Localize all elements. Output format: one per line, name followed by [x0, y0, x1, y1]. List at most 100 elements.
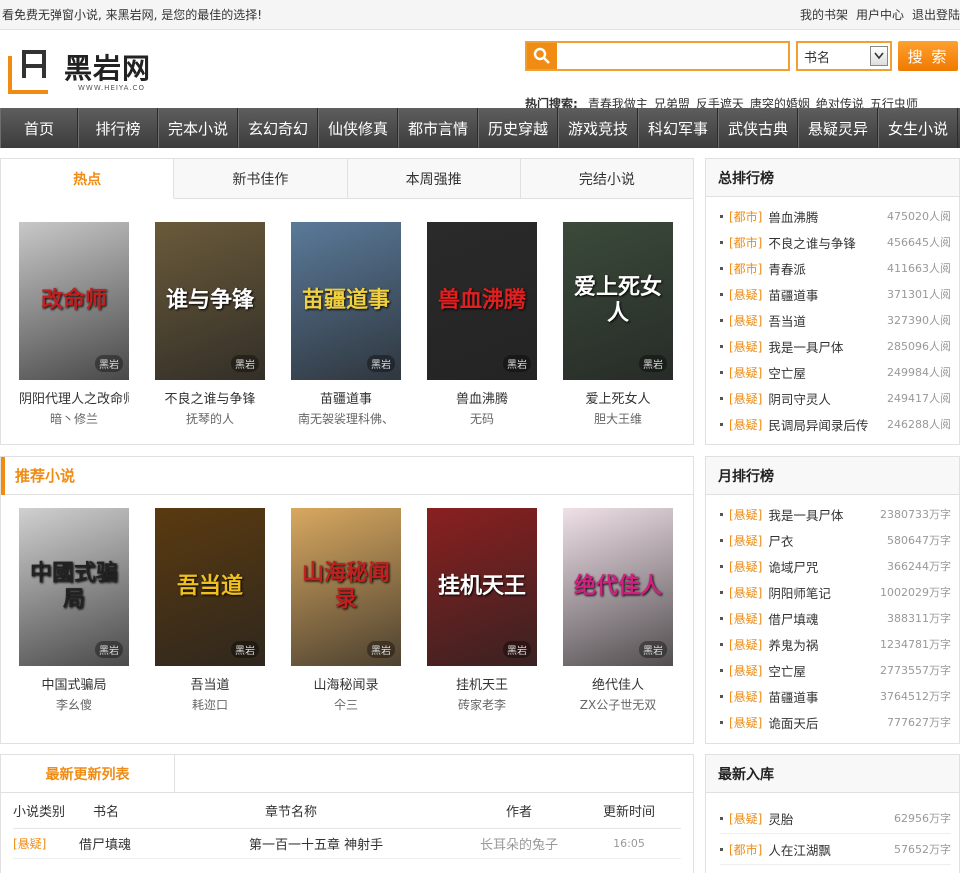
book-cover[interactable]: 中國式骗局 黑岩: [19, 508, 129, 666]
item-name[interactable]: 不良之谁与争锋: [768, 233, 887, 252]
tab-new-books[interactable]: 新书佳作: [174, 159, 348, 198]
book-title[interactable]: 挂机天王: [427, 674, 537, 693]
item-category[interactable]: [悬疑]: [729, 390, 762, 407]
item-category[interactable]: [都市]: [729, 208, 762, 225]
book-card[interactable]: 中國式骗局 黑岩中国式骗局李幺傻: [19, 508, 129, 713]
item-name[interactable]: 兽血沸腾: [768, 207, 887, 226]
book-cover[interactable]: 苗疆道事 黑岩: [291, 222, 401, 380]
book-title[interactable]: 山海秘闻录: [291, 674, 401, 693]
logout-link[interactable]: 退出登陆: [912, 6, 960, 23]
item-name[interactable]: 空亡屋: [768, 363, 887, 382]
item-name[interactable]: 我是一具尸体: [768, 337, 887, 356]
item-category[interactable]: [悬疑]: [729, 286, 762, 303]
book-card[interactable]: 挂机天王 黑岩挂机天王砖家老李: [427, 508, 537, 713]
book-author[interactable]: 胆大王维: [563, 410, 673, 427]
item-name[interactable]: 尸衣: [768, 531, 887, 550]
book-card[interactable]: 绝代佳人 黑岩绝代佳人 ZX公子世无双: [563, 508, 673, 713]
nav-mystery[interactable]: 悬疑灵异: [798, 108, 878, 148]
item-name[interactable]: 灵胎: [768, 809, 894, 828]
book-card[interactable]: 苗疆道事 黑岩苗疆道事南无袈裟理科佛、: [291, 222, 401, 427]
book-author[interactable]: 南无袈裟理科佛、: [291, 410, 401, 427]
tab-weekly-picks[interactable]: 本周强推: [347, 159, 521, 198]
item-name[interactable]: 借尸填魂: [768, 609, 887, 628]
book-title[interactable]: 吾当道: [155, 674, 265, 693]
book-cover[interactable]: 改命师 黑岩: [19, 222, 129, 380]
tab-completed[interactable]: 完结小说: [520, 159, 693, 198]
item-name[interactable]: 吾当道: [768, 311, 887, 330]
item-category[interactable]: [悬疑]: [729, 662, 762, 679]
nav-female[interactable]: 女生小说: [878, 108, 958, 148]
item-name[interactable]: 诡面天后: [768, 713, 887, 732]
item-category[interactable]: [都市]: [729, 841, 762, 858]
nav-scifi[interactable]: 科幻军事: [638, 108, 718, 148]
book-cover[interactable]: 谁与争锋 黑岩: [155, 222, 265, 380]
item-name[interactable]: 诡域尸咒: [768, 557, 887, 576]
my-bookshelf-link[interactable]: 我的书架: [800, 6, 848, 23]
book-title[interactable]: 绝代佳人: [563, 674, 673, 693]
book-title[interactable]: 中国式骗局: [19, 674, 129, 693]
item-category[interactable]: [悬疑]: [729, 810, 762, 827]
item-name[interactable]: 阴阳师笔记: [768, 583, 880, 602]
item-category[interactable]: [悬疑]: [729, 688, 762, 705]
book-card[interactable]: 山海秘闻录 黑岩山海秘闻录仐三: [291, 508, 401, 713]
item-name[interactable]: 青春派: [768, 259, 887, 278]
item-name[interactable]: 民调局异闻录后传: [768, 415, 887, 434]
item-category[interactable]: [悬疑]: [729, 532, 762, 549]
book-cover[interactable]: 兽血沸腾 黑岩: [427, 222, 537, 380]
book-author[interactable]: 李幺傻: [19, 696, 129, 713]
item-category[interactable]: [悬疑]: [729, 506, 762, 523]
nav-fantasy[interactable]: 玄幻奇幻: [238, 108, 318, 148]
book-author[interactable]: 耗迩口: [155, 696, 265, 713]
item-category[interactable]: [悬疑]: [729, 416, 762, 433]
item-category[interactable]: [都市]: [729, 260, 762, 277]
search-button[interactable]: 搜 索: [898, 41, 958, 71]
book-card[interactable]: 兽血沸腾 黑岩兽血沸腾无码: [427, 222, 537, 427]
nav-xianxia[interactable]: 仙侠修真: [318, 108, 398, 148]
book-card[interactable]: 爱上死女人 黑岩爱上死女人胆大王维: [563, 222, 673, 427]
item-name[interactable]: 空亡屋: [768, 661, 880, 680]
book-author[interactable]: 砖家老李: [427, 696, 537, 713]
book-author[interactable]: ZX公子世无双: [563, 696, 673, 713]
item-category[interactable]: [悬疑]: [729, 364, 762, 381]
item-category[interactable]: [悬疑]: [729, 558, 762, 575]
book-card[interactable]: 改命师 黑岩 阴阳代理人之改命师 暗丶修兰: [19, 222, 129, 427]
book-title[interactable]: 苗疆道事: [291, 388, 401, 407]
search-input[interactable]: [525, 41, 790, 71]
item-name[interactable]: 养鬼为祸: [768, 635, 880, 654]
item-name[interactable]: 人在江湖飘: [768, 840, 894, 859]
item-category[interactable]: [悬疑]: [729, 610, 762, 627]
site-logo[interactable]: 黑岩网 WWW.HEIYA.CO: [6, 48, 151, 98]
nav-finished[interactable]: 完本小说: [158, 108, 238, 148]
nav-wuxia[interactable]: 武侠古典: [718, 108, 798, 148]
book-title[interactable]: 阴阳代理人之改命师: [19, 388, 129, 407]
item-name[interactable]: 苗疆道事: [768, 285, 887, 304]
nav-home[interactable]: 首页: [0, 108, 78, 148]
book-cover[interactable]: 山海秘闻录 黑岩: [291, 508, 401, 666]
nav-games[interactable]: 游戏竞技: [558, 108, 638, 148]
book-cover[interactable]: 挂机天王 黑岩: [427, 508, 537, 666]
book-card[interactable]: 吾当道 黑岩吾当道耗迩口: [155, 508, 265, 713]
book-title[interactable]: 兽血沸腾: [427, 388, 537, 407]
book-author[interactable]: 仐三: [291, 696, 401, 713]
book-cover[interactable]: 绝代佳人 黑岩: [563, 508, 673, 666]
book-card[interactable]: 谁与争锋 黑岩 不良之谁与争锋 抚琴的人: [155, 222, 265, 427]
item-name[interactable]: 我是一具尸体: [768, 505, 880, 524]
search-type-select[interactable]: 书名: [796, 41, 892, 71]
row-category[interactable]: [悬疑]: [13, 835, 79, 852]
tab-latest-updates[interactable]: 最新更新列表: [1, 755, 175, 792]
book-author[interactable]: 抚琴的人: [155, 410, 265, 427]
nav-ranking[interactable]: 排行榜: [78, 108, 158, 148]
item-category[interactable]: [悬疑]: [729, 338, 762, 355]
user-center-link[interactable]: 用户中心: [856, 6, 904, 23]
book-title[interactable]: 爱上死女人: [563, 388, 673, 407]
item-category[interactable]: [悬疑]: [729, 636, 762, 653]
row-chapter[interactable]: 第一百一十五章 神射手: [249, 834, 459, 853]
book-cover[interactable]: 爱上死女人 黑岩: [563, 222, 673, 380]
row-book[interactable]: 借尸填魂: [79, 834, 249, 853]
item-name[interactable]: 阴司守灵人: [768, 389, 887, 408]
nav-history[interactable]: 历史穿越: [478, 108, 558, 148]
item-category[interactable]: [悬疑]: [729, 714, 762, 731]
row-author[interactable]: 长耳朵的兔子: [459, 834, 579, 853]
book-cover[interactable]: 吾当道 黑岩: [155, 508, 265, 666]
book-author[interactable]: 无码: [427, 410, 537, 427]
